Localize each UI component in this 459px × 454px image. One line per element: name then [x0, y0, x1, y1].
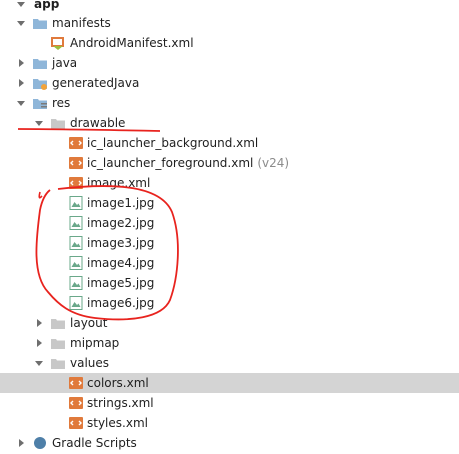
api-level-suffix: (v24) — [257, 156, 290, 170]
folder-icon — [50, 335, 66, 351]
tree-row-colors-xml[interactable]: colors.xml — [0, 373, 459, 393]
image-file-icon — [68, 215, 84, 231]
tree-row-ic-launcher-background[interactable]: ic_launcher_background.xml — [0, 133, 459, 153]
image5-label: image5.jpg — [87, 276, 155, 290]
resources-folder-icon — [32, 95, 48, 111]
tree-row-drawable[interactable]: drawable — [0, 113, 459, 133]
image2-label: image2.jpg — [87, 216, 155, 230]
layout-label: layout — [70, 316, 108, 330]
collapsed-arrow-icon[interactable] — [16, 78, 26, 88]
tree-row-image3[interactable]: image3.jpg — [0, 233, 459, 253]
image1-label: image1.jpg — [87, 196, 155, 210]
collapsed-arrow-icon[interactable] — [16, 438, 26, 448]
folder-icon — [32, 15, 48, 31]
values-label: values — [70, 356, 110, 370]
tree-row-styles-xml[interactable]: styles.xml — [0, 413, 459, 433]
tree-row-ic-launcher-foreground[interactable]: ic_launcher_foreground.xml (v24) — [0, 153, 459, 173]
gradle-scripts-label: Gradle Scripts — [52, 436, 137, 450]
drawable-label: drawable — [70, 116, 126, 130]
generated-java-label: generatedJava — [52, 76, 140, 90]
android-manifest-label: AndroidManifest.xml — [70, 36, 194, 50]
expanded-arrow-icon[interactable] — [34, 118, 44, 128]
xml-file-icon — [68, 155, 84, 171]
tree-row-strings-xml[interactable]: strings.xml — [0, 393, 459, 413]
tree-row-image5[interactable]: image5.jpg — [0, 273, 459, 293]
tree-row-app[interactable]: app — [0, 0, 459, 14]
mipmap-label: mipmap — [70, 336, 120, 350]
tree-row-image2[interactable]: image2.jpg — [0, 213, 459, 233]
ic-launcher-background-label: ic_launcher_background.xml — [87, 136, 259, 150]
image4-label: image4.jpg — [87, 256, 155, 270]
expanded-arrow-icon[interactable] — [16, 0, 26, 9]
folder-icon — [32, 55, 48, 71]
collapsed-arrow-icon[interactable] — [34, 318, 44, 328]
tree-row-manifests[interactable]: manifests — [0, 13, 459, 33]
xml-file-icon — [68, 395, 84, 411]
app-label: app — [34, 0, 60, 11]
image-xml-label: image.xml — [87, 176, 151, 190]
image-file-icon — [68, 275, 84, 291]
strings-xml-label: strings.xml — [87, 396, 154, 410]
manifests-label: manifests — [52, 16, 111, 30]
tree-row-image-xml[interactable]: image.xml — [0, 173, 459, 193]
java-label: java — [52, 56, 78, 70]
expanded-arrow-icon[interactable] — [34, 358, 44, 368]
tree-row-android-manifest[interactable]: AndroidManifest.xml — [0, 33, 459, 53]
xml-file-icon — [68, 175, 84, 191]
folder-icon — [50, 355, 66, 371]
res-label: res — [52, 96, 71, 110]
image-file-icon — [68, 255, 84, 271]
ic-launcher-foreground-label: ic_launcher_foreground.xml — [87, 156, 254, 170]
tree-row-image6[interactable]: image6.jpg — [0, 293, 459, 313]
tree-row-image1[interactable]: image1.jpg — [0, 193, 459, 213]
gradle-icon — [32, 435, 48, 451]
tree-row-mipmap[interactable]: mipmap — [0, 333, 459, 353]
tree-row-gradle-scripts[interactable]: Gradle Scripts — [0, 433, 459, 453]
expanded-arrow-icon[interactable] — [16, 98, 26, 108]
folder-icon — [50, 315, 66, 331]
collapsed-arrow-icon[interactable] — [34, 338, 44, 348]
tree-row-layout[interactable]: layout — [0, 313, 459, 333]
image-file-icon — [68, 295, 84, 311]
xml-file-icon — [68, 135, 84, 151]
tree-row-res[interactable]: res — [0, 93, 459, 113]
folder-icon — [50, 115, 66, 131]
image3-label: image3.jpg — [87, 236, 155, 250]
styles-xml-label: styles.xml — [87, 416, 148, 430]
xml-file-icon — [68, 415, 84, 431]
manifest-file-icon — [50, 35, 66, 51]
image-file-icon — [68, 195, 84, 211]
tree-row-image4[interactable]: image4.jpg — [0, 253, 459, 273]
tree-row-generated-java[interactable]: generatedJava — [0, 73, 459, 93]
expanded-arrow-icon[interactable] — [16, 18, 26, 28]
collapsed-arrow-icon[interactable] — [16, 58, 26, 68]
generated-folder-icon — [32, 75, 48, 91]
image-file-icon — [68, 235, 84, 251]
colors-xml-label: colors.xml — [87, 376, 149, 390]
image6-label: image6.jpg — [87, 296, 155, 310]
tree-row-values[interactable]: values — [0, 353, 459, 373]
tree-row-java[interactable]: java — [0, 53, 459, 73]
xml-file-icon — [68, 375, 84, 391]
